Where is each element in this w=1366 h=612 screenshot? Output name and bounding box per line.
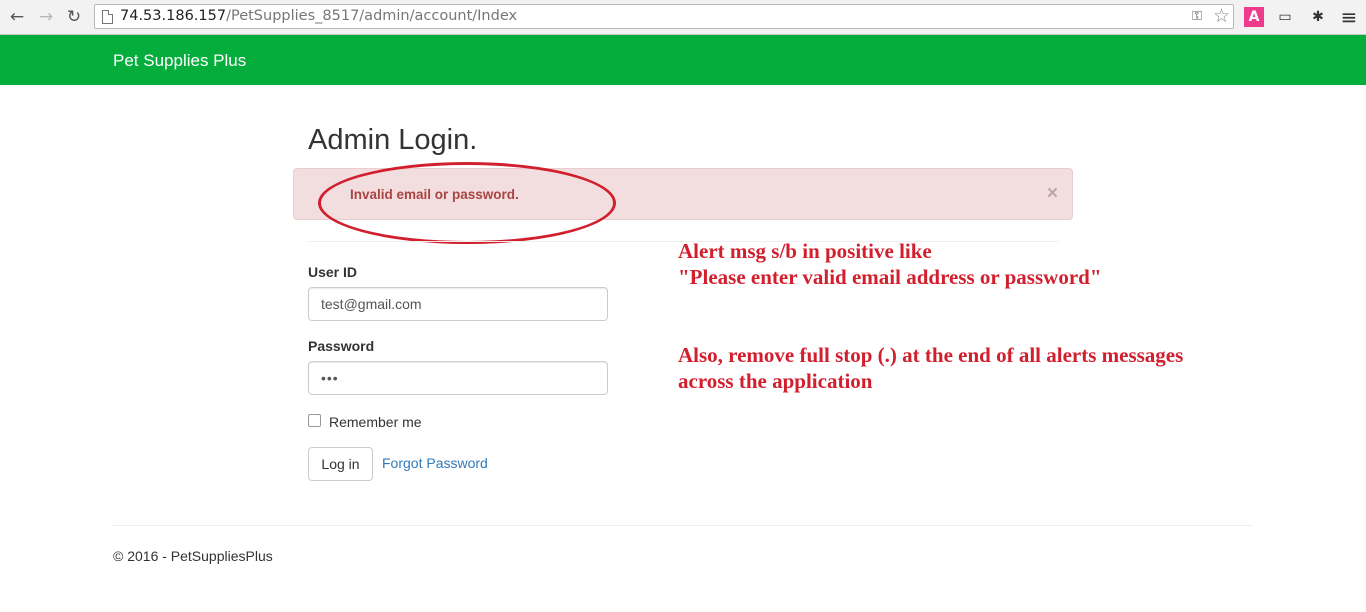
annotation-note-2-line-1: Also, remove full stop (.) at the end of… — [678, 343, 1184, 367]
extension-a-icon[interactable]: A — [1244, 7, 1264, 27]
annotation-note-1-line-2: "Please enter valid email address or pas… — [678, 265, 1102, 289]
footer-divider — [113, 525, 1253, 526]
annotation-note-1-line-1: Alert msg s/b in positive like — [678, 239, 932, 263]
login-button[interactable]: Log in — [308, 447, 373, 481]
address-bar[interactable]: 74.53.186.157/PetSupplies_8517/admin/acc… — [94, 4, 1234, 29]
annotation-note-1: Alert msg s/b in positive like "Please e… — [678, 238, 1101, 290]
back-icon[interactable]: ← — [6, 6, 28, 28]
annotation-note-2-line-2: across the application — [678, 369, 873, 393]
annotation-note-2: Also, remove full stop (.) at the end of… — [678, 342, 1183, 394]
reload-icon[interactable]: ↻ — [63, 6, 85, 28]
page-icon — [102, 10, 113, 24]
url-text[interactable]: 74.53.186.157/PetSupplies_8517/admin/acc… — [120, 8, 517, 24]
user-id-label: User ID — [308, 264, 358, 280]
bookmark-star-icon[interactable]: ☆ — [1213, 5, 1230, 27]
remember-me-label[interactable]: Remember me — [329, 414, 422, 430]
remember-me-checkbox[interactable] — [308, 414, 321, 427]
password-label: Password — [308, 338, 375, 354]
url-host: 74.53.186.157 — [120, 8, 227, 24]
forward-icon[interactable]: → — [35, 6, 57, 28]
footer-text: © 2016 - PetSuppliesPlus — [113, 548, 273, 564]
user-id-input[interactable] — [308, 287, 608, 321]
close-icon[interactable]: × — [1047, 183, 1058, 205]
forgot-password-link[interactable]: Forgot Password — [382, 455, 488, 471]
page-title: Admin Login. — [308, 124, 478, 156]
annotation-ellipse — [318, 162, 616, 244]
url-path: /PetSupplies_8517/admin/account/Index — [226, 8, 518, 24]
password-input[interactable] — [308, 361, 608, 395]
menu-icon[interactable]: ≡ — [1339, 5, 1359, 29]
key-icon[interactable]: ⚿ — [1192, 9, 1202, 24]
site-navbar: Pet Supplies Plus — [0, 35, 1366, 85]
bug-icon[interactable]: ✱ — [1308, 7, 1328, 27]
brand-link[interactable]: Pet Supplies Plus — [113, 51, 246, 71]
cast-icon[interactable]: ▭ — [1275, 7, 1295, 27]
browser-toolbar: ← → ↻ 74.53.186.157/PetSupplies_8517/adm… — [0, 0, 1366, 35]
